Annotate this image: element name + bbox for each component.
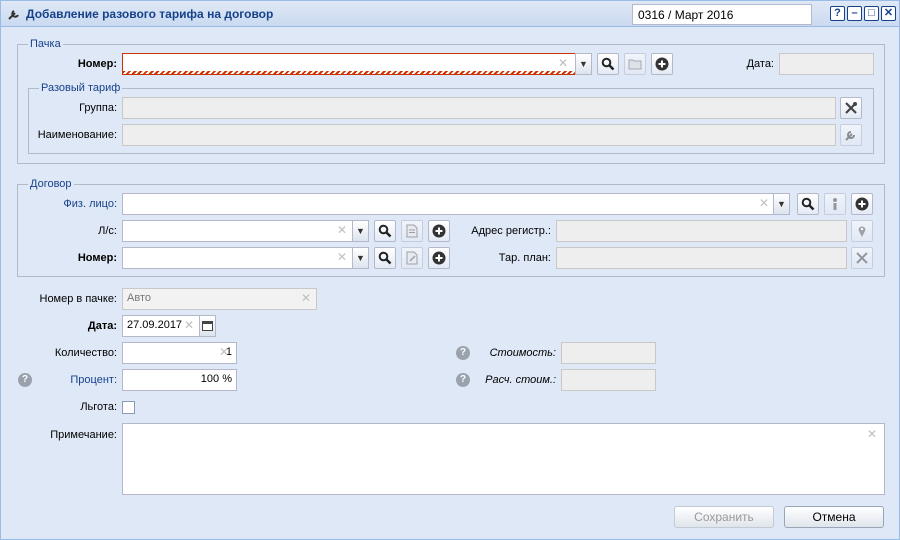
dogovor-search-button[interactable] [374,247,396,269]
save-button[interactable]: Сохранить [674,506,774,528]
window-title: Добавление разового тарифа на договор [26,7,274,21]
adres-label: Адрес регистр.: [471,225,551,237]
pachka-search-button[interactable] [597,53,619,75]
search-icon [801,197,815,211]
naim-wrench-button[interactable] [840,124,862,146]
tarplan-tools-button[interactable] [851,247,873,269]
clear-icon[interactable]: ✕ [184,319,895,331]
calendar-button[interactable] [199,315,216,337]
pachka-add-button[interactable] [651,53,673,75]
rasch-label: Расч. стоим.: [485,374,556,386]
wrench-icon [845,131,855,141]
tarplan-field [556,247,847,269]
pachka-nomer-label: Номер: [77,58,117,70]
fiz-lico-search-button[interactable] [797,193,819,215]
cancel-button[interactable]: Отмена [784,506,884,528]
folder-icon [628,59,642,70]
stoimost-field [561,342,656,364]
add-icon [855,197,869,211]
lgota-label: Льгота: [80,401,117,413]
gruppa-field [122,97,836,119]
document-icon [406,224,418,238]
search-icon [378,224,392,238]
help-icon[interactable]: ? [456,373,470,387]
ls-search-button[interactable] [374,220,396,242]
fiz-lico-info-button[interactable] [824,193,846,215]
adres-map-button[interactable] [851,220,873,242]
tools-icon [856,252,868,264]
ls-document-button[interactable] [401,220,423,242]
pachka-nomer-input[interactable] [122,53,576,75]
tariff-legend: Разовый тариф [39,82,123,94]
procent-link[interactable]: Процент: [21,374,117,386]
ls-add-button[interactable] [428,220,450,242]
dogovor-add-button[interactable] [428,247,450,269]
search-icon [378,251,392,265]
close-button[interactable]: ✕ [881,6,896,21]
pachka-data-label: Дата: [746,58,774,70]
fiz-lico-link[interactable]: Физ. лицо: [31,198,117,210]
clear-icon[interactable]: ✕ [867,428,895,440]
calendar-icon [202,321,213,331]
search-icon [601,57,615,71]
help-icon[interactable]: ? [456,346,470,360]
primechanie-label: Примечание: [50,429,117,441]
pachka-data-field [779,53,874,75]
gruppa-label: Группа: [79,102,117,114]
dialog-window: Добавление разового тарифа на договор 03… [0,0,900,540]
adres-field [556,220,847,242]
primechanie-textarea[interactable] [122,423,885,495]
lgota-checkbox[interactable] [122,401,135,414]
procent-input[interactable]: 100 % [122,369,237,391]
ls-input[interactable] [122,220,353,242]
dogovor-legend: Договор [28,178,74,190]
dogovor-edit-button[interactable] [401,247,423,269]
dogovor-nomer-input[interactable] [122,247,353,269]
dogovor-nomer-label: Номер: [77,252,117,264]
form-data-label: Дата: [87,320,117,332]
wrench-icon [8,10,19,20]
maximize-button[interactable]: □ [864,6,879,21]
tools-icon [845,102,857,114]
dogovor-nomer-dropdown[interactable]: ▼ [352,247,369,269]
pachka-open-button[interactable] [624,53,646,75]
ls-label: Л/с: [98,225,117,237]
add-icon [432,251,446,265]
ls-dropdown[interactable]: ▼ [352,220,369,242]
rasch-field [561,369,656,391]
add-icon [655,57,669,71]
naim-field [122,124,836,146]
title-bar[interactable]: Добавление разового тарифа на договор 03… [1,1,899,27]
pachka-legend: Пачка [28,38,63,50]
minimize-button[interactable]: – [847,6,862,21]
nomer-v-pachke-label: Номер в пачке: [39,293,118,305]
fiz-lico-add-button[interactable] [851,193,873,215]
fiz-lico-input[interactable] [122,193,774,215]
clear-icon[interactable]: ✕ [219,346,895,358]
person-icon [833,198,837,210]
gruppa-tools-button[interactable] [840,97,862,119]
edit-document-icon [406,251,418,265]
naim-label: Наименование: [37,129,117,141]
help-tool-button[interactable]: ? [830,6,845,21]
pachka-nomer-dropdown[interactable]: ▼ [575,53,592,75]
period-display: 0316 / Март 2016 [632,4,812,25]
add-icon [432,224,446,238]
kolichestvo-label: Количество: [54,347,117,359]
nomer-v-pachke-input[interactable]: Авто [122,288,317,310]
clear-icon[interactable]: ✕ [301,292,895,304]
tarplan-label: Тар. план: [498,252,551,264]
map-pin-icon [858,226,866,237]
stoimost-label: Стоимость: [489,347,556,359]
fiz-lico-dropdown[interactable]: ▼ [773,193,790,215]
